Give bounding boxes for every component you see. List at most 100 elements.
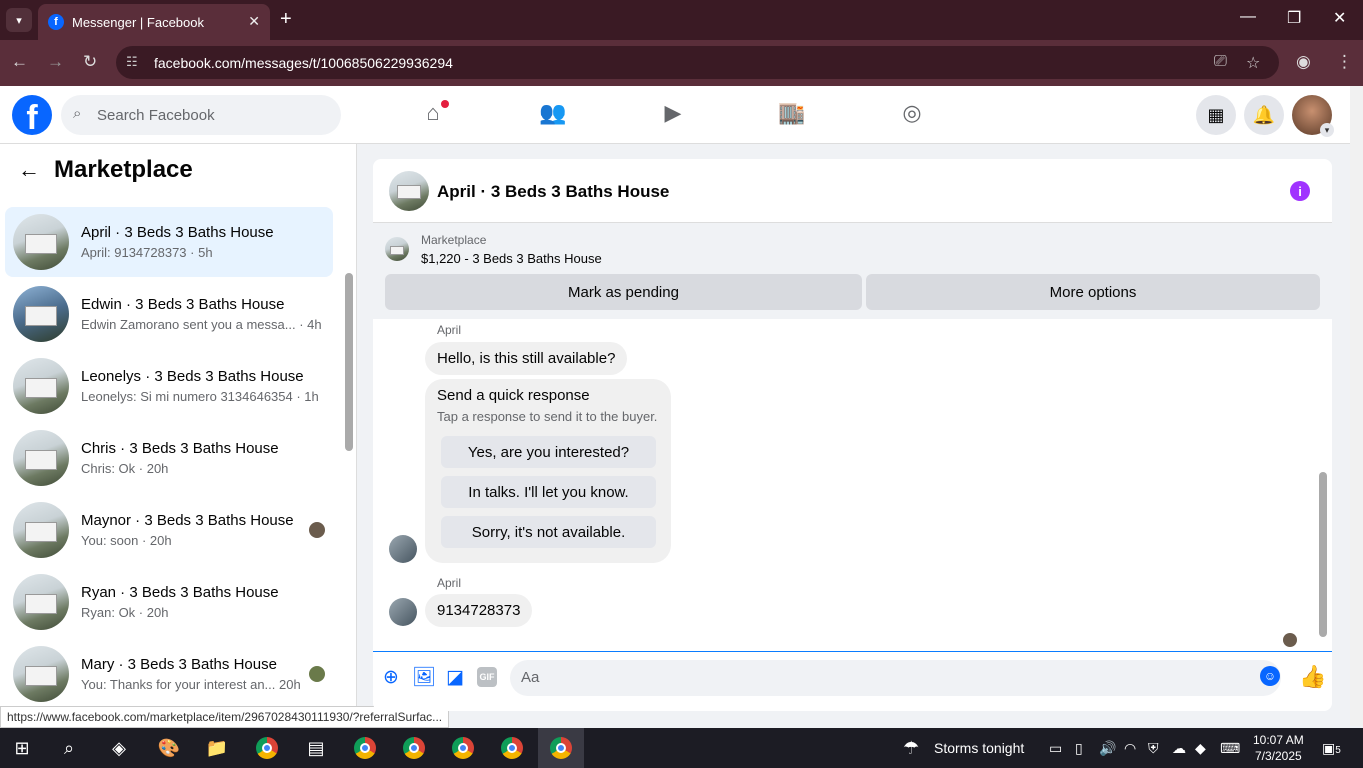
taskbar-search-icon[interactable]: ⌕ (55, 735, 83, 761)
listing-thumbnail (13, 286, 69, 342)
chrome-icon (547, 735, 575, 761)
profile-icon[interactable]: ◉ (1296, 52, 1311, 72)
seen-avatar (309, 522, 325, 538)
close-window-icon[interactable]: ✕ (1333, 8, 1346, 28)
mark-pending-button[interactable]: Mark as pending (385, 274, 862, 310)
seen-avatar (309, 666, 325, 682)
maximize-icon[interactable]: ❐ (1287, 8, 1301, 28)
browser-tab[interactable]: f Messenger | Facebook ✕ (38, 4, 270, 40)
conversation-item[interactable]: Edwin · 3 Beds 3 Baths House Edwin Zamora… (5, 279, 333, 349)
conversation-item[interactable]: Chris · 3 Beds 3 Baths House Chris: Ok · … (5, 423, 333, 493)
windows-start-icon[interactable]: ⊞ (8, 735, 36, 761)
bookmark-star-icon[interactable]: ☆ (1246, 53, 1260, 73)
back-arrow-icon[interactable]: ← (18, 157, 40, 183)
copilot-icon[interactable]: ◈ (105, 735, 133, 761)
install-app-icon[interactable]: ⎚ (1214, 53, 1227, 71)
account-avatar[interactable]: ▾ (1292, 95, 1334, 137)
home-notification-dot (441, 100, 449, 108)
back-icon[interactable]: ← (11, 52, 28, 72)
wifi-icon[interactable]: ◠ (1124, 740, 1136, 757)
menu-grid-icon[interactable]: ▦ (1196, 95, 1236, 135)
gif-icon[interactable]: GIF (477, 667, 497, 687)
quick-reply-in-talks-button[interactable]: In talks. I'll let you know. (441, 476, 656, 508)
groups-icon[interactable]: ◎ (897, 100, 927, 130)
notifications-bell-icon[interactable]: 🔔 (1244, 95, 1284, 135)
site-info-icon[interactable]: ☷ (126, 54, 138, 70)
conversation-item[interactable]: April · 3 Beds 3 Baths House April: 91347… (5, 207, 333, 277)
forward-icon[interactable]: → (47, 52, 64, 72)
paint-icon[interactable]: 🎨 (155, 735, 183, 761)
volume-icon[interactable]: 🔊 (1099, 740, 1116, 757)
chat-avatar[interactable] (389, 171, 429, 211)
weather-text[interactable]: Storms tonight (934, 740, 1024, 756)
minimize-icon[interactable]: — (1240, 8, 1256, 26)
listing-thumbnail[interactable] (385, 237, 409, 261)
search-input[interactable]: ⌕ Search Facebook (61, 95, 341, 135)
new-tab-icon[interactable]: + (280, 8, 292, 31)
keyboard-icon[interactable]: ⌨ (1220, 740, 1240, 757)
sidebar-title: Marketplace (54, 156, 193, 183)
sender-name: April (437, 323, 462, 337)
close-tab-icon[interactable]: ✕ (248, 13, 260, 30)
taskbar-clock[interactable]: 10:07 AM 7/3/2025 (1253, 732, 1304, 764)
url-text: facebook.com/messages/t/1006850622993629… (154, 54, 453, 71)
conversation-preview: You: soon · 20h (81, 533, 172, 548)
chat-scrollbar[interactable] (1319, 472, 1327, 637)
chrome-icon[interactable] (449, 735, 477, 761)
security-icon[interactable]: ⛨ (1148, 740, 1159, 757)
info-icon[interactable]: i (1290, 181, 1310, 201)
drive-icon[interactable]: ◆ (1195, 740, 1206, 757)
attach-media-icon[interactable]: 🖼 (412, 666, 436, 688)
reload-icon[interactable]: ↻ (83, 52, 97, 72)
listing-thumbnail (13, 430, 69, 486)
conversation-item[interactable]: Leonelys · 3 Beds 3 Baths House Leonelys:… (5, 351, 333, 421)
message-input[interactable]: Aa (510, 660, 1281, 696)
cloud-icon[interactable]: ☁ (1172, 740, 1186, 757)
facebook-logo-icon[interactable]: f (12, 95, 52, 135)
weather-icon[interactable]: ☂ (903, 738, 919, 759)
listing-label: Marketplace (421, 233, 487, 247)
conversation-sidebar: ← Marketplace April · 3 Beds 3 Baths Hou… (0, 144, 357, 710)
conversation-preview: Chris: Ok · 20h (81, 461, 169, 476)
chrome-icon[interactable] (253, 735, 281, 761)
emoji-icon[interactable]: ☺ (1260, 666, 1280, 686)
notification-center-icon[interactable]: ▣5 (1322, 740, 1341, 757)
search-placeholder: Search Facebook (97, 106, 215, 124)
url-bar[interactable]: ☷ facebook.com/messages/t/10068506229936… (116, 46, 1279, 79)
more-options-button[interactable]: More options (866, 274, 1320, 310)
add-more-icon[interactable]: ⊕ (380, 666, 402, 688)
browser-menu-icon[interactable]: ⋮ (1336, 52, 1353, 72)
page-scrollbar[interactable] (1350, 86, 1363, 726)
chevron-down-icon: ▾ (1320, 123, 1334, 137)
chrome-icon[interactable] (351, 735, 379, 761)
file-explorer-icon[interactable]: 📁 (203, 735, 231, 761)
chrome-icon[interactable] (498, 735, 526, 761)
conversation-item[interactable]: Maynor · 3 Beds 3 Baths House You: soon ·… (5, 495, 333, 565)
thumbs-up-icon[interactable]: 👍 (1299, 664, 1326, 690)
clock-date: 7/3/2025 (1254, 749, 1302, 763)
conversation-item[interactable]: Mary · 3 Beds 3 Baths House You: Thanks f… (5, 639, 333, 709)
listing-detail[interactable]: $1,220 - 3 Beds 3 Baths House (421, 251, 602, 266)
clock-time: 10:07 AM (1253, 733, 1304, 747)
listing-thumbnail (13, 502, 69, 558)
sidebar-scrollbar[interactable] (345, 273, 353, 451)
desktop-icon[interactable]: ▭ (1049, 740, 1062, 757)
video-icon[interactable]: ▶ (658, 100, 688, 130)
quick-reply-interested-button[interactable]: Yes, are you interested? (441, 436, 656, 468)
excel-icon[interactable]: ▤ (302, 735, 330, 761)
quick-response-subtitle: Tap a response to send it to the buyer. (437, 409, 658, 424)
facebook-header: f ⌕ Search Facebook ⌂ 👥 ▶ 🏬 ◎ ▦ 🔔 ▾ (0, 86, 1350, 144)
message-composer: ⊕ 🖼 ◪ GIF Aa ☺ 👍 (373, 651, 1332, 711)
battery-icon[interactable]: ▯ (1075, 740, 1083, 757)
tab-search-chevron-icon[interactable]: ▾ (6, 8, 32, 32)
sticker-icon[interactable]: ◪ (444, 666, 466, 688)
friends-icon[interactable]: 👥 (538, 100, 568, 130)
conversation-preview: Leonelys: Si mi numero 3134646354 · 1h (81, 389, 319, 404)
quick-reply-not-available-button[interactable]: Sorry, it's not available. (441, 516, 656, 548)
chrome-icon[interactable] (400, 735, 428, 761)
active-chrome-taskbar-item[interactable] (538, 728, 584, 768)
conversation-item[interactable]: Ryan · 3 Beds 3 Baths House Ryan: Ok · 20… (5, 567, 333, 637)
conversation-preview: Ryan: Ok · 20h (81, 605, 169, 620)
conversation-name: Edwin · 3 Beds 3 Baths House (81, 296, 285, 313)
marketplace-icon[interactable]: 🏬 (777, 100, 807, 130)
